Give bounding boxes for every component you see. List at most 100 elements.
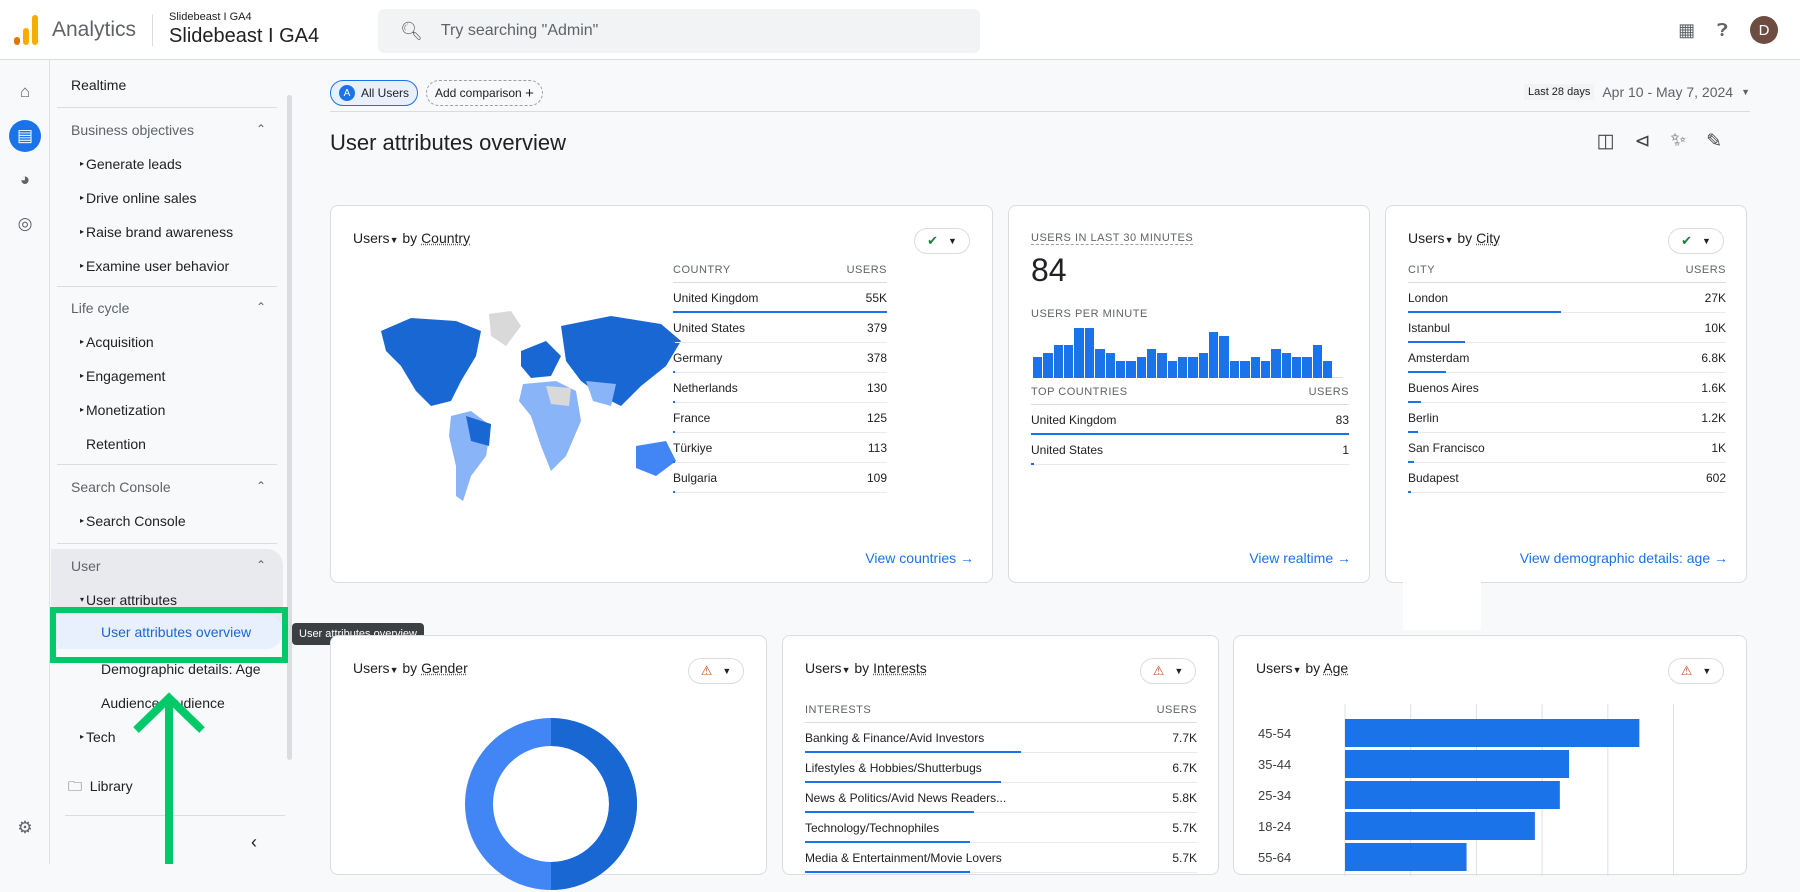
age-tick-label: 25-34 xyxy=(1258,788,1291,803)
realtime-label: USERS IN LAST 30 MINUTES xyxy=(1031,232,1194,245)
segment-chip[interactable]: A All Users xyxy=(330,80,419,106)
property-name: Slidebeast I GA4 xyxy=(169,25,320,47)
per-minute-bar xyxy=(1095,348,1105,378)
view-realtime-link[interactable]: View realtime → xyxy=(1249,550,1351,566)
age-bar[interactable] xyxy=(1345,781,1560,809)
reports-icon[interactable]: ▤ xyxy=(9,120,41,152)
per-minute-bar xyxy=(1053,344,1064,378)
users-by-interests-card: Users▼ by Interests ⚠ ▼ INTERESTS USERS Ba… xyxy=(782,635,1219,875)
per-minute-bar xyxy=(1178,357,1188,378)
row-value: 5.7K xyxy=(1172,820,1197,835)
table-row: Istanbul 10K xyxy=(1408,313,1726,343)
search-input[interactable]: 🔍︎ Try searching "Admin" xyxy=(378,9,980,53)
row-value: 83 xyxy=(1335,412,1349,427)
per-minute-bar xyxy=(1146,348,1157,378)
warning-icon: ⚠ xyxy=(700,663,713,678)
help-icon[interactable]: ❓︎ xyxy=(1717,20,1728,41)
per-minute-bar xyxy=(1281,353,1291,378)
per-minute-bar xyxy=(1084,328,1095,378)
world-map xyxy=(381,311,681,501)
nav-item[interactable]: ▸ Tech xyxy=(80,729,116,745)
row-value: 1.2K xyxy=(1701,410,1726,425)
search-icon: 🔍︎ xyxy=(400,20,423,41)
dropdown-icon: ▼ xyxy=(1741,87,1750,97)
age-bar[interactable] xyxy=(1345,719,1640,747)
nav-item[interactable]: ▸ Acquisition xyxy=(80,334,154,350)
warning-badge[interactable]: ⚠ ▼ xyxy=(688,658,744,684)
folder-icon: 🗀︎ xyxy=(68,778,82,794)
settings-icon[interactable]: ⚙ xyxy=(9,812,41,844)
add-comparison-button[interactable]: Add comparison + xyxy=(426,80,543,106)
country-table: COUNTRY USERS United Kingdom 55K United Sta… xyxy=(673,264,887,493)
per-minute-bar xyxy=(1219,336,1229,378)
nav-item[interactable]: ▸ Engagement xyxy=(80,368,165,384)
avatar[interactable]: D xyxy=(1750,16,1778,44)
table-row: Media & Entertainment/Movie Lovers 5.7K xyxy=(805,843,1197,873)
nav-section-user[interactable]: User xyxy=(71,558,101,574)
realtime-value: 84 xyxy=(1031,252,1067,288)
nav-realtime[interactable]: Realtime xyxy=(71,77,126,93)
compare-icon[interactable]: ◫ xyxy=(1597,130,1615,153)
check-circle-icon: ✔ xyxy=(1681,233,1692,248)
per-minute-bar xyxy=(1271,348,1281,378)
chevron-up-icon[interactable]: ⌃ xyxy=(256,558,266,572)
table-row: France 125 xyxy=(673,403,887,433)
home-icon[interactable]: ⌂ xyxy=(9,76,41,108)
nav-item[interactable]: ▸ Monetization xyxy=(80,402,165,418)
analytics-logo xyxy=(14,14,38,45)
account-name: Slidebeast I GA4 xyxy=(169,11,252,23)
chevron-up-icon[interactable]: ⌃ xyxy=(256,300,266,314)
age-bar[interactable] xyxy=(1345,812,1535,840)
dropdown-icon: ▼ xyxy=(1702,666,1712,676)
age-bar[interactable] xyxy=(1345,750,1570,778)
table-row: San Francisco 1K xyxy=(1408,433,1726,463)
collapse-nav-icon[interactable]: ‹ xyxy=(251,832,257,853)
row-value: 113 xyxy=(867,440,887,455)
annotation-arrow xyxy=(133,692,205,864)
warning-icon: ⚠ xyxy=(1680,663,1693,678)
advertising-icon[interactable]: ◎ xyxy=(9,208,41,240)
chevron-up-icon[interactable]: ⌃ xyxy=(256,479,266,493)
warning-badge[interactable]: ⚠ ▼ xyxy=(1140,658,1196,684)
status-badge[interactable]: ✔ ▼ xyxy=(914,228,970,254)
view-countries-link[interactable]: View countries → xyxy=(865,550,974,566)
row-label: Budapest xyxy=(1408,470,1459,485)
insights-icon[interactable]: ✨︎ xyxy=(1670,130,1686,153)
nav-item[interactable]: ▸ Drive online sales xyxy=(80,190,197,206)
city-table: CITY USERS London 27K Istanbul 10K Amsterdam 6… xyxy=(1408,264,1726,493)
share-icon[interactable]: ⊲ xyxy=(1635,130,1651,153)
row-value: 379 xyxy=(866,320,887,335)
chevron-up-icon[interactable]: ⌃ xyxy=(256,122,266,136)
row-value: 27K xyxy=(1704,290,1726,305)
per-minute-bar xyxy=(1105,353,1115,378)
table-row: United Kingdom 55K xyxy=(673,283,887,313)
nav-item-user-attributes[interactable]: ▾ User attributes xyxy=(80,592,177,608)
nav-item[interactable]: Retention xyxy=(86,436,146,452)
nav-section-business-objectives[interactable]: Business objectives xyxy=(71,122,194,138)
nav-section-search-console[interactable]: Search Console xyxy=(71,479,171,495)
table-row: Bulgaria 109 xyxy=(673,463,887,493)
nav-section-life-cycle[interactable]: Life cycle xyxy=(71,300,129,316)
nav-item[interactable]: ▸ Generate leads xyxy=(80,156,182,172)
status-badge[interactable]: ✔ ▼ xyxy=(1668,228,1724,254)
nav-item[interactable]: Demographic details: Age xyxy=(101,661,261,677)
per-minute-bar xyxy=(1333,377,1343,378)
row-label: Istanbul xyxy=(1408,320,1451,335)
apps-grid-icon[interactable]: ▦ xyxy=(1678,20,1695,41)
warning-badge[interactable]: ⚠ ▼ xyxy=(1668,658,1724,684)
per-minute-bar xyxy=(1157,353,1167,378)
per-minute-bar xyxy=(1033,357,1043,378)
explore-icon[interactable]: ◕ xyxy=(9,164,41,196)
date-range-picker[interactable]: Last 28 days Apr 10 - May 7, 2024 ▼ xyxy=(1523,84,1750,100)
view-demographic-details-link[interactable]: View demographic details: age → xyxy=(1520,550,1728,566)
age-bar[interactable] xyxy=(1345,843,1467,871)
property-selector[interactable]: Slidebeast I GA4 Slidebeast I GA4 xyxy=(169,11,319,48)
age-tick-label: 18-24 xyxy=(1258,819,1291,834)
nav-item[interactable]: ▸ Search Console xyxy=(80,513,186,529)
edit-icon[interactable]: ✎ xyxy=(1706,130,1722,153)
nav-item[interactable]: ▸ Raise brand awareness xyxy=(80,224,233,240)
per-minute-bar xyxy=(1302,357,1312,378)
row-value: 109 xyxy=(866,470,887,485)
nav-item[interactable]: ▸ Examine user behavior xyxy=(80,258,229,274)
table-row: United States 379 xyxy=(673,313,887,343)
